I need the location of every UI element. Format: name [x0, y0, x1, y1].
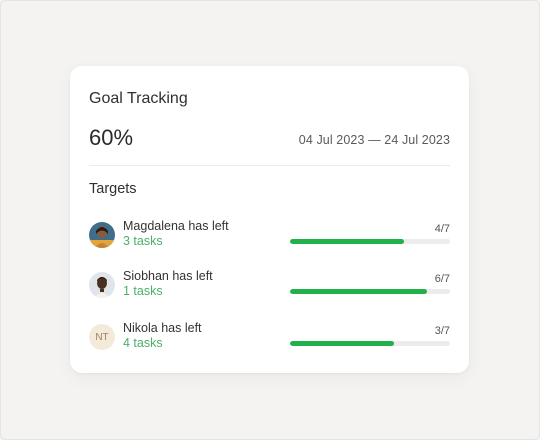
target-tasks-left: 3 tasks [123, 234, 163, 248]
avatar-magdalena [89, 222, 115, 248]
target-name: Nikola has left [123, 321, 202, 335]
goal-percent: 60% [89, 125, 134, 150]
divider [89, 165, 450, 166]
progress-fill [290, 239, 405, 244]
progress-track [290, 289, 450, 294]
target-tasks-left: 1 tasks [123, 284, 163, 298]
target-row-siobhan: Siobhan has left 1 tasks 6/7 [89, 269, 450, 303]
progress-track [290, 341, 450, 346]
target-row-nikola: NT Nikola has left 4 tasks 3/7 [89, 321, 450, 355]
target-name: Magdalena has left [123, 219, 229, 233]
avatar-siobhan [89, 272, 115, 298]
target-ratio: 3/7 [434, 325, 450, 337]
goal-tracking-card: Goal Tracking 60% 04 Jul 2023 — 24 Jul 2… [70, 66, 469, 373]
target-ratio: 6/7 [434, 273, 450, 285]
targets-heading: Targets [89, 181, 137, 197]
avatar-nikola: NT [89, 324, 115, 350]
target-row-magdalena: Magdalena has left 3 tasks 4/7 [89, 219, 450, 253]
date-range: 04 Jul 2023 — 24 Jul 2023 [298, 133, 450, 147]
progress-fill [290, 289, 428, 294]
progress-fill [290, 341, 394, 346]
card-title: Goal Tracking [89, 90, 188, 107]
target-name: Siobhan has left [123, 269, 213, 283]
target-tasks-left: 4 tasks [123, 336, 163, 350]
progress-track [290, 239, 450, 244]
target-ratio: 4/7 [434, 223, 450, 235]
